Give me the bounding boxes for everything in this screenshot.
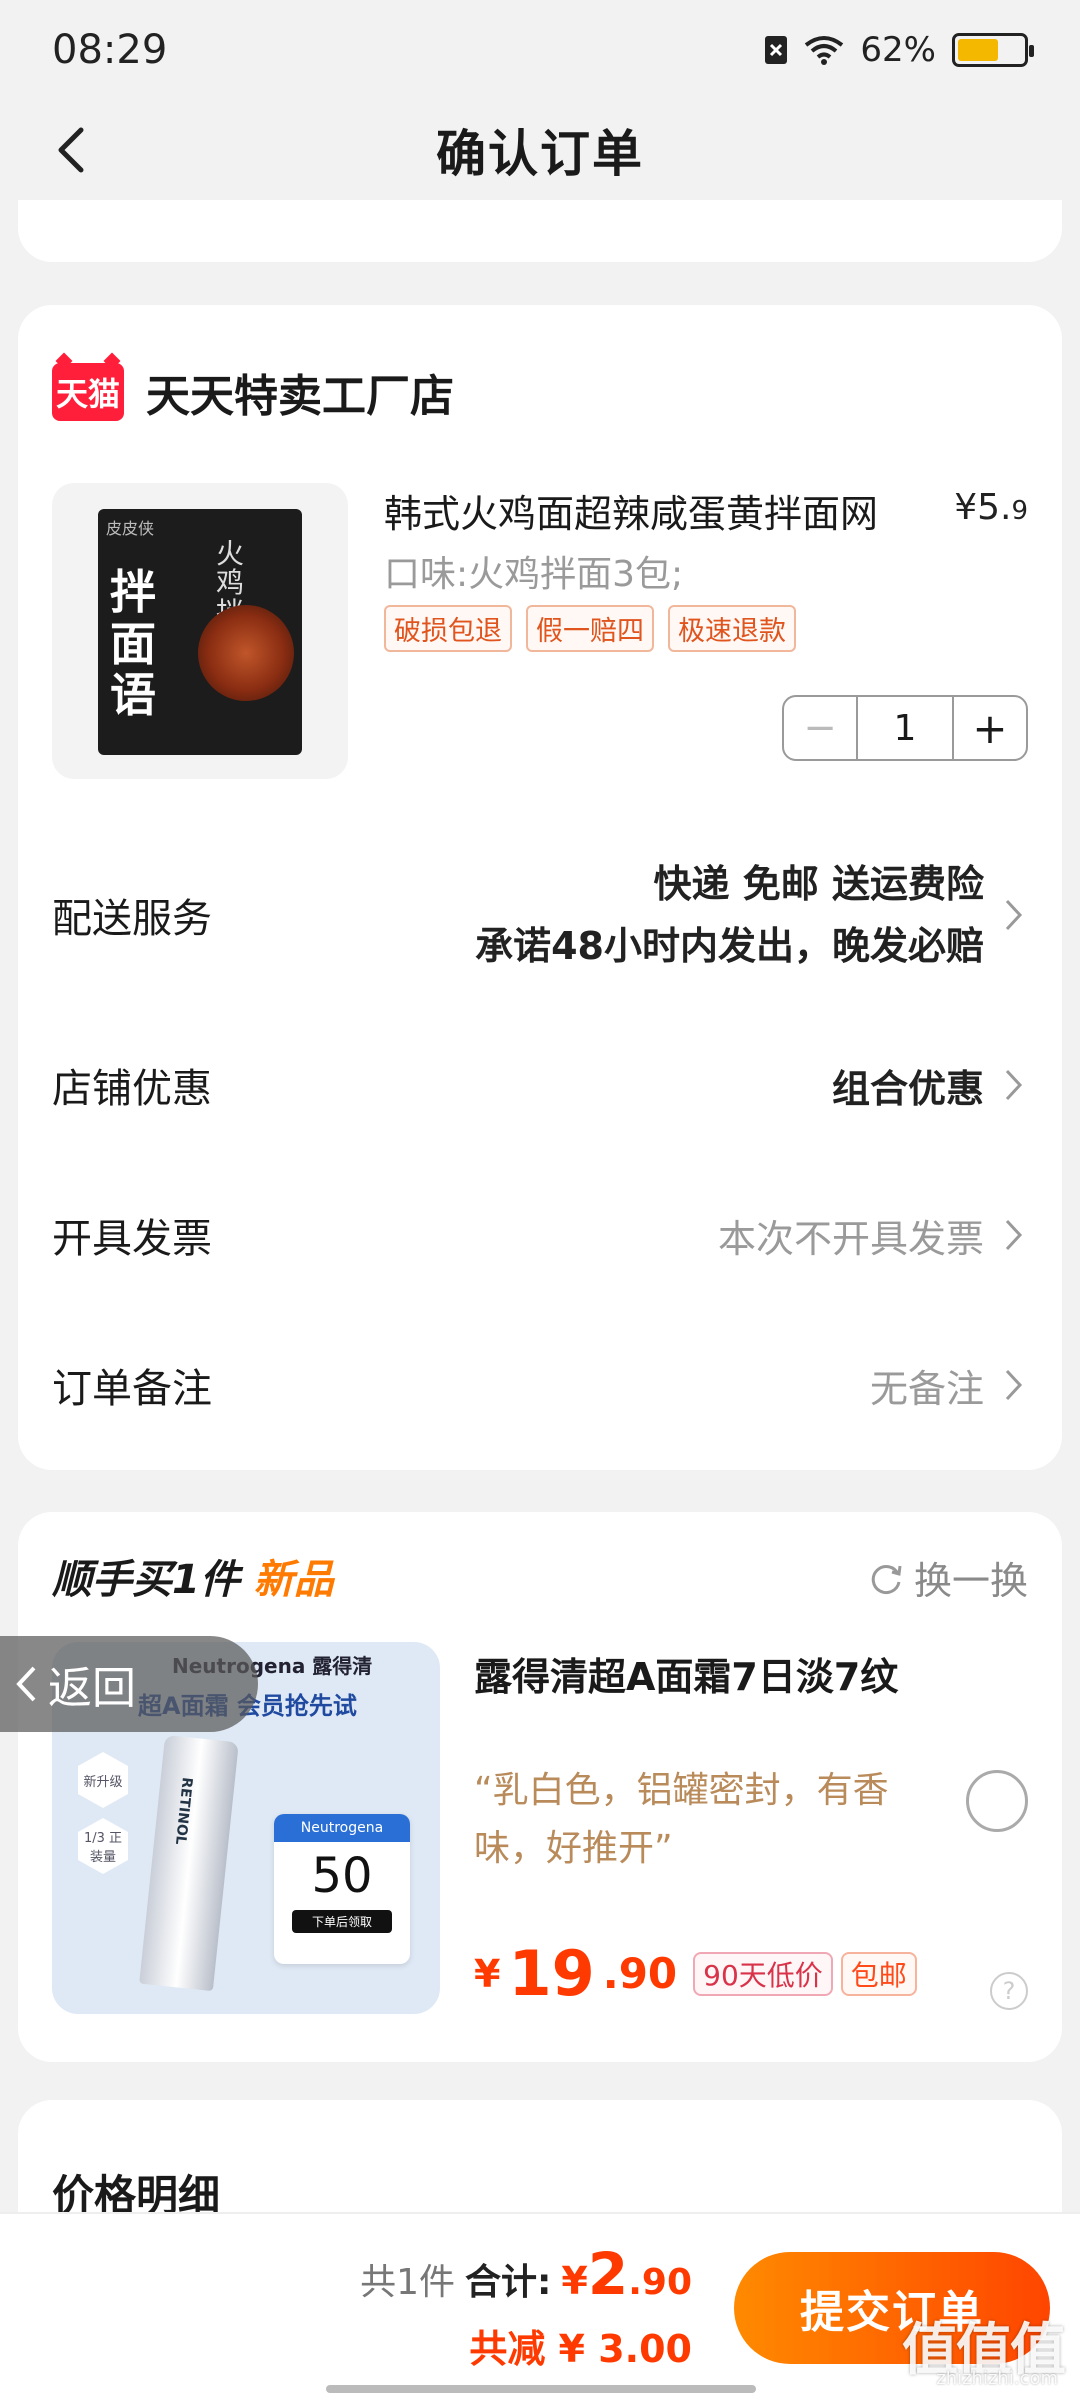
discount-value: 组合优惠 [831, 1066, 984, 1111]
status-time: 08:29 [52, 27, 168, 73]
item-count: 共1件 [360, 2262, 455, 2303]
chevron-right-icon [1004, 1218, 1028, 1252]
quantity-stepper: − 1 + [782, 695, 1028, 761]
chevron-left-icon [58, 127, 84, 173]
delivery-label: 配送服务 [52, 896, 212, 942]
watermark-url: zhizhizhi.com [936, 2368, 1058, 2389]
quantity-value[interactable]: 1 [856, 697, 954, 759]
hex-badge: 新升级 [78, 1752, 128, 1808]
page-title: 确认订单 [436, 125, 644, 183]
chevron-right-icon [1004, 1368, 1028, 1402]
status-bar: 08:29 62% [0, 0, 1080, 100]
add-on-heading: 顺手买1件 新品 [52, 1557, 334, 1603]
coupon-graphic: Neutrogena 50 下单后领取 [274, 1814, 410, 1964]
shop-name: 天天特卖工厂店 [146, 371, 454, 422]
invoice-value: 本次不开具发票 [717, 1216, 984, 1261]
home-indicator[interactable] [326, 2385, 756, 2393]
refresh-icon [871, 1564, 902, 1594]
saved-amount: 共减 ¥ 3.00 [469, 2327, 692, 2371]
delivery-row[interactable]: 配送服务 快递 免邮 送运费险 承诺48小时内发出，晚发必赔 [18, 840, 1062, 990]
low-price-tag: 90天低价 [693, 1951, 833, 1996]
shop-header[interactable]: 天猫 天天特卖工厂店 [52, 360, 454, 424]
help-icon[interactable]: ? [990, 1972, 1028, 2010]
minus-icon[interactable]: − [784, 697, 856, 759]
battery-percent: 62% [860, 30, 936, 70]
add-on-title[interactable]: 露得清超A面霜7日淡7纹 [474, 1646, 898, 1701]
total-line: 共1件 合计: ¥2.90 [360, 2240, 692, 2308]
shop-card: 天猫 天天特卖工厂店 皮皮侠 拌面语 火鸡拌面 韩式火鸡面超辣咸蛋黄拌面网 ¥5… [18, 305, 1062, 1470]
note-row[interactable]: 订单备注 无备注 [18, 1330, 1062, 1440]
chevron-right-icon [1004, 898, 1028, 932]
status-icons: 62% [764, 30, 1034, 70]
total-label: 合计: [465, 2262, 552, 2303]
tag-fake-compensation: 假一赔四 [526, 605, 654, 652]
tmall-logo-icon: 天猫 [52, 363, 124, 421]
previous-card [18, 200, 1062, 262]
back-button[interactable] [38, 118, 102, 182]
product-image[interactable]: 皮皮侠 拌面语 火鸡拌面 [52, 483, 348, 779]
wifi-icon [805, 36, 844, 65]
add-on-price: ¥19.90 90天低价 包邮 [474, 1937, 917, 2010]
tag-damage-refund: 破损包退 [384, 605, 512, 652]
product-spec[interactable]: 口味:火鸡拌面3包; [384, 545, 683, 597]
product-price: ¥5.9 [954, 487, 1028, 528]
tag-fast-refund: 极速退款 [668, 605, 796, 652]
package-brand: 皮皮侠 [106, 519, 155, 538]
free-shipping-tag: 包邮 [840, 1951, 917, 1996]
package-title: 拌面语 [110, 565, 156, 723]
no-sim-icon [765, 36, 788, 64]
battery-icon [952, 33, 1034, 67]
discount-row[interactable]: 店铺优惠 组合优惠 [18, 1030, 1062, 1140]
chevron-right-icon [1004, 1068, 1028, 1102]
note-label: 订单备注 [52, 1366, 212, 1412]
total-price: ¥2.90 [561, 2240, 692, 2308]
nav-bar: 确认订单 [0, 100, 1080, 200]
chevron-left-icon [16, 1666, 36, 1702]
note-value: 无备注 [869, 1366, 984, 1411]
hex-badge: 1/3 正装量 [78, 1818, 128, 1874]
noodle-package: 皮皮侠 拌面语 火鸡拌面 [98, 509, 302, 755]
invoice-row[interactable]: 开具发票 本次不开具发票 [18, 1180, 1062, 1290]
add-on-card: 顺手买1件 新品 换一换 Neutrogena 露得清 超A面霜 会员抢先试 新… [18, 1512, 1062, 2062]
delivery-value: 快递 免邮 送运费险 承诺48小时内发出，晚发必赔 [475, 862, 984, 968]
cream-tube: RETINOL [139, 1734, 239, 1992]
refresh-button[interactable]: 换一换 [868, 1550, 1028, 1605]
product-title[interactable]: 韩式火鸡面超辣咸蛋黄拌面网 [384, 483, 944, 538]
floating-back-button[interactable]: 返回 [0, 1636, 258, 1732]
add-on-quote: “乳白色，铝罐密封，有香味，好推开” [474, 1770, 889, 1869]
product-tags: 破损包退 假一赔四 极速退款 [384, 605, 796, 652]
plus-icon[interactable]: + [954, 697, 1026, 759]
invoice-label: 开具发票 [52, 1216, 212, 1262]
add-on-select-radio[interactable] [966, 1770, 1028, 1832]
noodle-graphic [198, 605, 294, 701]
discount-label: 店铺优惠 [52, 1066, 212, 1112]
